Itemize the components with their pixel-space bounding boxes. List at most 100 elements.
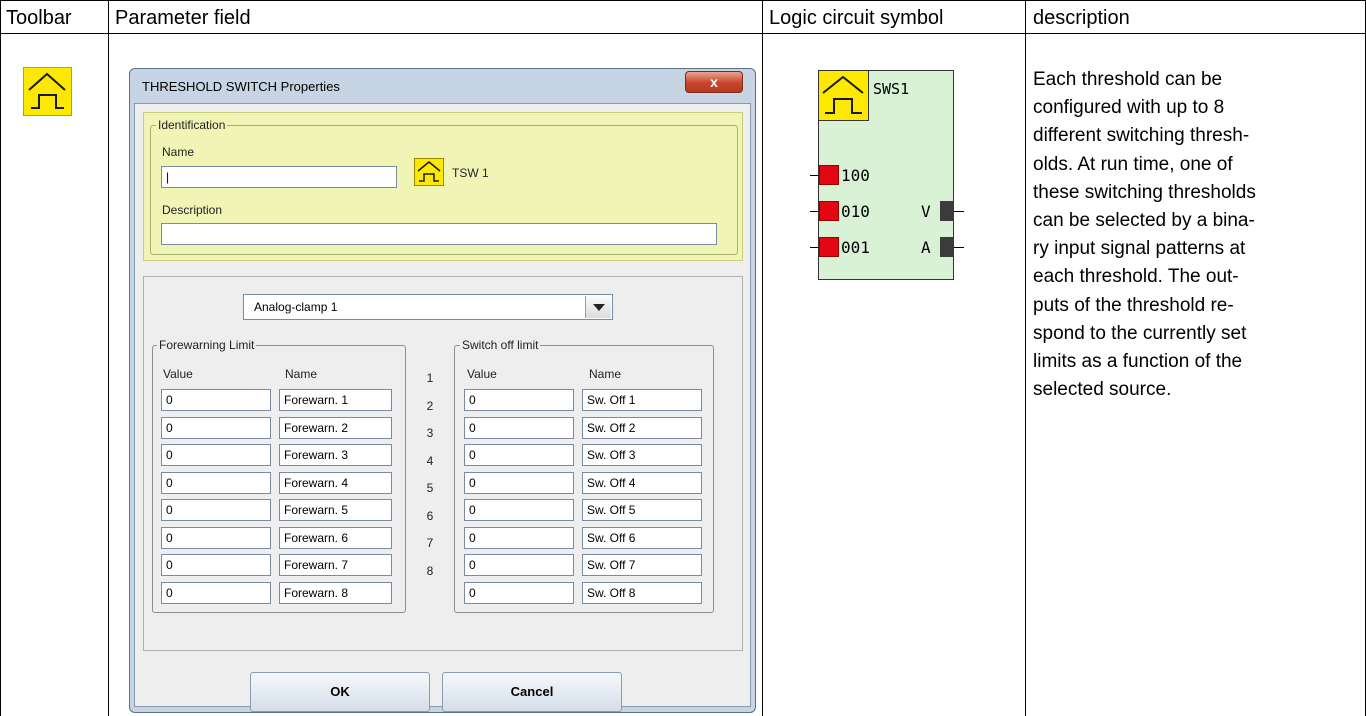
threshold-switch-properties-dialog: THRESHOLD SWITCH Properties x Identifica… xyxy=(129,68,756,713)
forewarning-name-input[interactable]: Forewarn. 4 xyxy=(279,471,392,494)
forewarning-name-input[interactable]: Forewarn. 2 xyxy=(279,416,392,439)
switch-off-value-input[interactable]: 0 xyxy=(464,444,574,466)
description-line: different switching thresh- xyxy=(1033,125,1250,147)
close-button[interactable]: x xyxy=(685,71,743,93)
description-line: Each threshold can be xyxy=(1033,69,1223,90)
table-header-description: description xyxy=(1033,7,1130,29)
output-pin-line xyxy=(954,247,964,248)
row-number: 5 xyxy=(426,481,434,495)
switch-off-name-input[interactable]: Sw. Off 2 xyxy=(582,416,702,439)
forewarning-name-input[interactable]: Forewarn. 7 xyxy=(279,554,392,576)
forewarning-name-input[interactable]: Forewarn. 8 xyxy=(279,581,392,604)
description-line: spond to the currently set xyxy=(1033,322,1247,344)
switch-off-value-input[interactable]: 0 xyxy=(464,526,574,549)
switch-off-value-input[interactable]: 0 xyxy=(464,389,574,411)
row-number: 2 xyxy=(426,398,434,413)
forewarning-legend: Forewarning Limit xyxy=(157,338,257,352)
switch-off-value-input[interactable]: 0 xyxy=(464,554,574,576)
output-pin-label: A xyxy=(921,238,931,257)
block-id-label: TSW 1 xyxy=(452,166,489,180)
table-header-toolbar: Toolbar xyxy=(6,7,72,29)
forewarning-value-input[interactable]: 0 xyxy=(161,554,271,576)
switch-off-value-input[interactable]: 0 xyxy=(464,499,574,521)
row-number: 1 xyxy=(426,371,434,385)
forewarning-value-header: Value xyxy=(163,367,193,381)
switch-off-name-input[interactable]: Sw. Off 5 xyxy=(582,499,702,521)
description-line: can be selected by a bina- xyxy=(1033,210,1255,232)
row-number: 8 xyxy=(426,563,434,578)
switch-off-name-input[interactable]: Sw. Off 1 xyxy=(582,389,702,411)
description-line: each threshold. The out- xyxy=(1033,266,1239,288)
forewarning-value-input[interactable]: 0 xyxy=(161,416,271,439)
description-line: these switching thresholds xyxy=(1033,181,1256,203)
output-pin-label: V xyxy=(921,202,931,221)
table-border-left xyxy=(0,0,1,716)
name-input[interactable]: | xyxy=(161,166,397,188)
source-select-dropdown-button[interactable] xyxy=(585,296,611,318)
row-number: 3 xyxy=(426,426,434,440)
table-header-divider xyxy=(0,33,1366,34)
table-header-parameter-field: Parameter field xyxy=(115,7,251,29)
input-pin-label: 100 xyxy=(841,166,870,185)
description-line: configured with up to 8 xyxy=(1033,97,1225,119)
forewarning-name-input[interactable]: Forewarn. 3 xyxy=(279,444,392,466)
switch-off-name-header: Name xyxy=(589,367,622,381)
forewarning-value-input[interactable]: 0 xyxy=(161,444,271,466)
threshold-switch-icon[interactable] xyxy=(23,67,72,116)
switch-off-name-input[interactable]: Sw. Off 7 xyxy=(582,554,702,576)
description-label: Description xyxy=(162,203,223,217)
source-select-value: Analog-clamp 1 xyxy=(254,300,338,314)
description-line: ry input signal patterns at xyxy=(1033,238,1246,260)
switch-off-value-header: Value xyxy=(467,367,497,381)
forewarning-name-header: Name xyxy=(285,367,318,381)
description-input[interactable] xyxy=(161,223,717,245)
row-number: 6 xyxy=(426,508,434,523)
input-pin-label: 001 xyxy=(841,238,870,257)
input-pin-label: 010 xyxy=(841,202,870,221)
switch-off-value-input[interactable]: 0 xyxy=(464,471,574,494)
table-col-divider xyxy=(762,0,763,716)
description-line: olds. At run time, one of xyxy=(1033,153,1233,175)
switch-off-name-input[interactable]: Sw. Off 6 xyxy=(582,526,702,549)
identification-panel: Identification Name | TSW 1 Description xyxy=(143,112,743,261)
output-pin xyxy=(940,201,954,221)
input-pin xyxy=(819,237,839,257)
threshold-switch-icon xyxy=(414,158,444,186)
forewarning-value-input[interactable]: 0 xyxy=(161,471,271,494)
table-col-divider xyxy=(108,0,109,716)
cancel-button[interactable]: Cancel xyxy=(442,672,622,712)
switch-off-value-input[interactable]: 0 xyxy=(464,581,574,604)
ok-button[interactable]: OK xyxy=(250,672,430,712)
switch-off-value-input[interactable]: 0 xyxy=(464,416,574,439)
symbol-name: SWS1 xyxy=(873,80,910,98)
threshold-switch-icon xyxy=(819,71,869,121)
dialog-title: THRESHOLD SWITCH Properties xyxy=(142,79,340,94)
logic-circuit-symbol: SWS1 100 010 001 V A xyxy=(810,70,964,280)
switch-off-legend: Switch off limit xyxy=(460,338,541,352)
description-line: selected source. xyxy=(1033,379,1172,401)
table-col-divider xyxy=(1025,0,1026,716)
forewarning-value-input[interactable]: 0 xyxy=(161,581,271,604)
source-select[interactable]: Analog-clamp 1 xyxy=(243,294,613,320)
output-pin-line xyxy=(954,211,964,212)
description-text: Each threshold can be configured with up … xyxy=(1033,66,1363,404)
switch-off-name-input[interactable]: Sw. Off 4 xyxy=(582,471,702,494)
forewarning-value-input[interactable]: 0 xyxy=(161,389,271,411)
name-label: Name xyxy=(162,145,195,159)
row-number: 4 xyxy=(426,453,434,468)
table-header-logic-symbol: Logic circuit symbol xyxy=(769,7,944,29)
switch-off-name-input[interactable]: Sw. Off 3 xyxy=(582,444,702,466)
dialog-body: Identification Name | TSW 1 Description … xyxy=(134,103,751,712)
forewarning-name-input[interactable]: Forewarn. 5 xyxy=(279,499,392,521)
forewarning-value-input[interactable]: 0 xyxy=(161,526,271,549)
forewarning-name-input[interactable]: Forewarn. 1 xyxy=(279,389,392,411)
identification-legend: Identification xyxy=(156,118,228,132)
forewarning-name-input[interactable]: Forewarn. 6 xyxy=(279,526,392,549)
description-line: limits as a function of the xyxy=(1033,351,1243,373)
table-border-top xyxy=(0,0,1366,1)
row-number: 7 xyxy=(426,536,434,550)
forewarning-value-input[interactable]: 0 xyxy=(161,499,271,521)
switch-off-name-input[interactable]: Sw. Off 8 xyxy=(582,581,702,604)
chevron-down-icon xyxy=(593,304,605,311)
input-pin xyxy=(819,165,839,185)
